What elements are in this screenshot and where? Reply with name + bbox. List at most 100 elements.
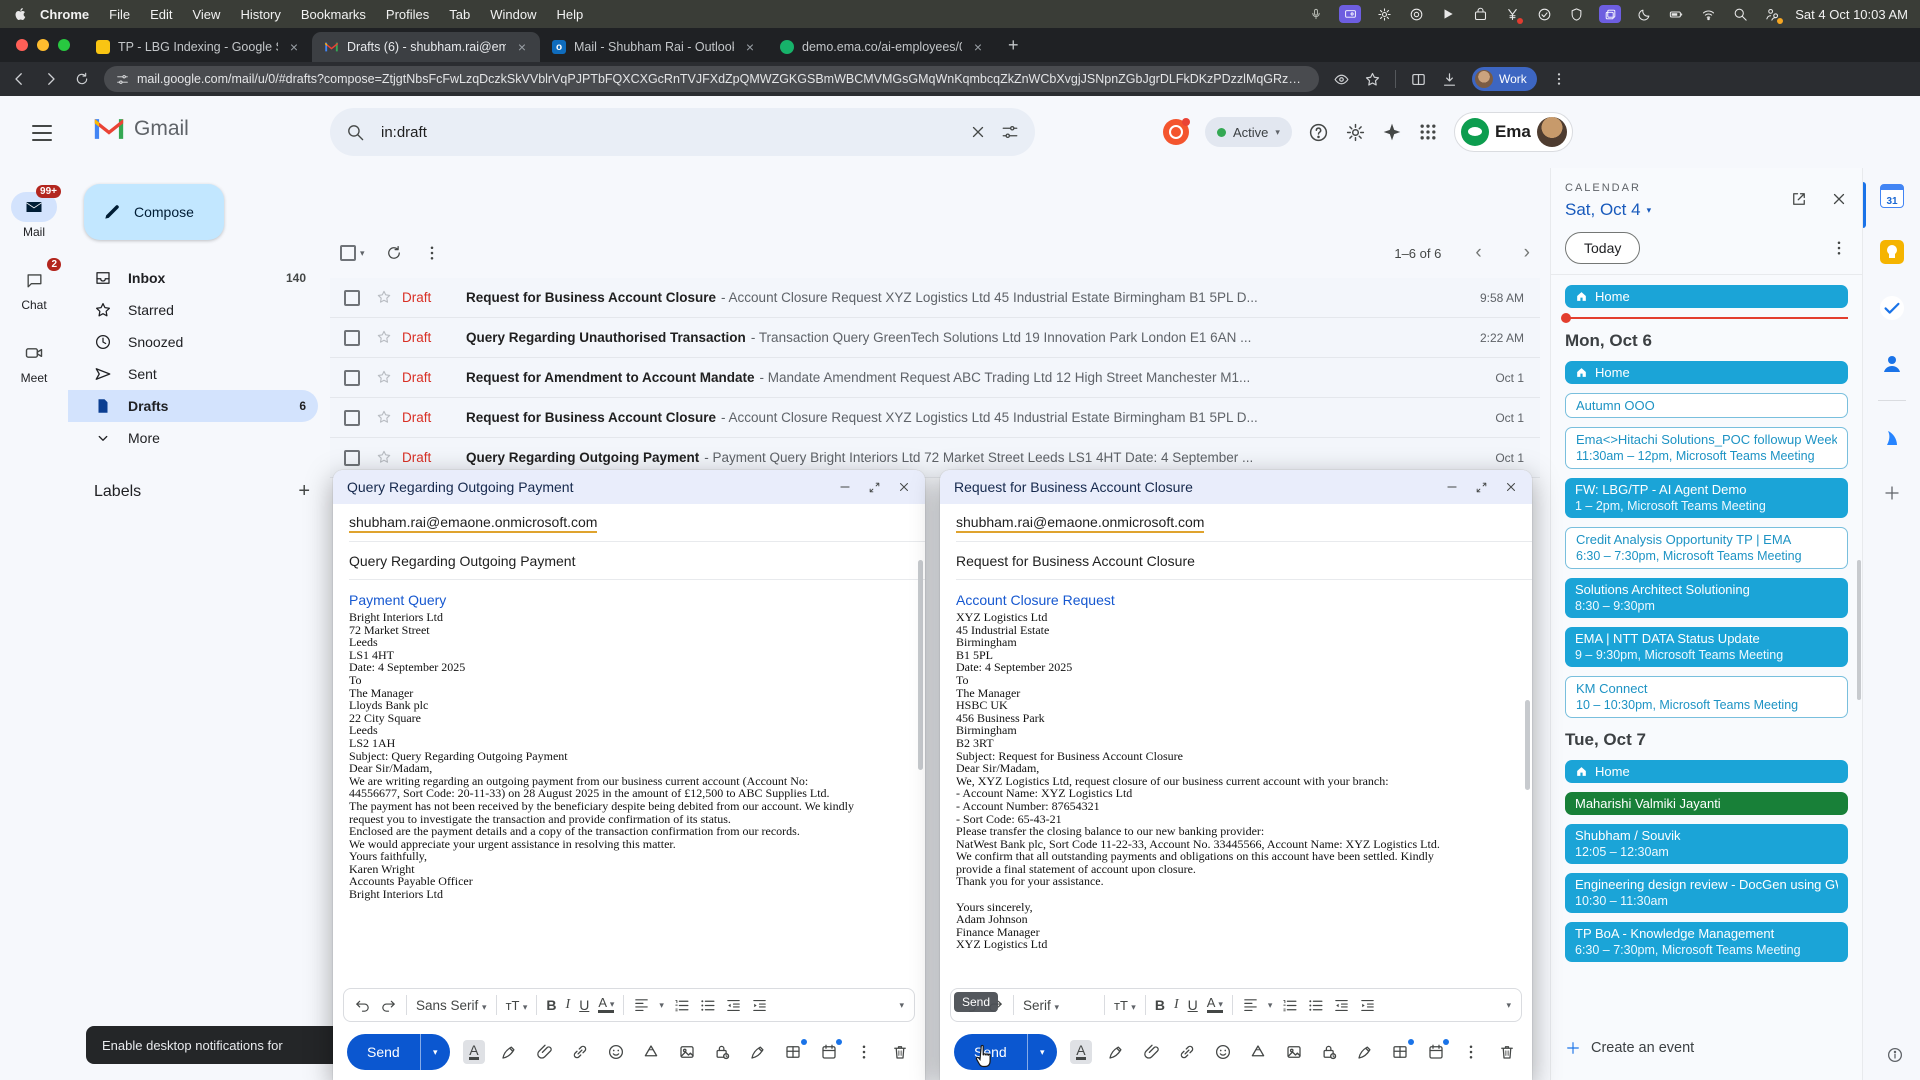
formatting-options-icon[interactable]: A: [463, 1040, 485, 1064]
calendar-event[interactable]: Engineering design review - DocGen using…: [1565, 873, 1848, 913]
more-options-icon[interactable]: [423, 244, 441, 262]
currency-menulet-icon[interactable]: [1503, 5, 1521, 23]
discard-draft-icon[interactable]: [1496, 1040, 1518, 1064]
calendar-app-icon[interactable]: 31: [1863, 168, 1920, 224]
downloads-icon[interactable]: [1441, 71, 1458, 88]
apple-menu-icon[interactable]: [12, 5, 30, 23]
microphone-icon[interactable]: [1307, 5, 1325, 23]
package-menulet-icon[interactable]: [1471, 5, 1489, 23]
insert-table-icon[interactable]: [1389, 1040, 1411, 1064]
site-info-icon[interactable]: [116, 73, 129, 86]
status-selector[interactable]: Active ▾: [1205, 117, 1292, 147]
send-button[interactable]: Send ▾: [347, 1034, 450, 1070]
close-panel-icon[interactable]: [1830, 190, 1848, 208]
screen-sharing-icon[interactable]: [1339, 5, 1361, 23]
text-size-icon[interactable]: ᴛT ▾: [1114, 998, 1136, 1013]
create-event-button[interactable]: Create an event: [1565, 1040, 1694, 1056]
indent-less-icon[interactable]: [725, 997, 742, 1014]
back-icon[interactable]: [10, 70, 28, 88]
play-menulet-icon[interactable]: [1439, 5, 1457, 23]
close-icon[interactable]: [1504, 480, 1518, 494]
menubar-item-help[interactable]: Help: [547, 7, 594, 22]
search-input[interactable]: [379, 123, 955, 142]
calendar-event[interactable]: Ema<>Hitachi Solutions_POC followup Week…: [1565, 427, 1848, 469]
send-options-icon[interactable]: ▾: [420, 1034, 450, 1070]
calendar-event[interactable]: EMA | NTT DATA Status Update 9 – 9:30pm,…: [1565, 627, 1848, 667]
text-color-icon[interactable]: A ▾: [598, 997, 614, 1013]
calendar-options-icon[interactable]: [1830, 239, 1848, 257]
undo-icon[interactable]: [354, 997, 371, 1014]
numbered-list-icon[interactable]: [1281, 997, 1298, 1014]
settings-gear-icon[interactable]: [1345, 122, 1366, 143]
compose-button[interactable]: Compose: [84, 184, 224, 240]
confidential-mode-icon[interactable]: [711, 1040, 733, 1064]
menubar-item-tab[interactable]: Tab: [439, 7, 480, 22]
today-button[interactable]: Today: [1565, 232, 1640, 264]
spotlight-icon[interactable]: [1731, 5, 1749, 23]
menubar-item-view[interactable]: View: [182, 7, 230, 22]
check-circle-menulet-icon[interactable]: [1535, 5, 1553, 23]
search-options-icon[interactable]: [1001, 123, 1019, 141]
subject-field[interactable]: Query Regarding Outgoing Payment: [333, 542, 925, 580]
row-checkbox[interactable]: [344, 330, 360, 346]
help-me-write-icon[interactable]: [498, 1040, 520, 1064]
camera-menulet-icon[interactable]: [1407, 5, 1425, 23]
align-icon[interactable]: [633, 997, 650, 1014]
contacts-app-icon[interactable]: [1863, 336, 1920, 392]
new-tab-button[interactable]: +: [996, 35, 1031, 62]
calendar-event[interactable]: Autumn OOO: [1565, 393, 1848, 418]
attach-file-icon[interactable]: [1141, 1040, 1163, 1064]
reload-icon[interactable]: [74, 71, 90, 87]
menubar-item-file[interactable]: File: [99, 7, 140, 22]
calendar-event[interactable]: Home: [1565, 760, 1848, 783]
gemini-icon[interactable]: [1382, 122, 1402, 142]
star-icon[interactable]: [376, 449, 392, 467]
refresh-icon[interactable]: [385, 244, 403, 262]
bookmark-star-icon[interactable]: [1364, 71, 1381, 88]
password-eye-icon[interactable]: [1333, 71, 1350, 88]
tab-close-icon[interactable]: ×: [970, 39, 986, 55]
avatar[interactable]: [1537, 117, 1567, 147]
calendar-invite-icon[interactable]: [1425, 1040, 1447, 1064]
menubar-clock[interactable]: Sat 4 Oct 10:03 AM: [1795, 7, 1908, 22]
hubspot-extension-icon[interactable]: [1163, 119, 1189, 145]
user-switcher-icon[interactable]: [1763, 5, 1781, 23]
calendar-event[interactable]: Home: [1565, 361, 1848, 384]
text-size-icon[interactable]: ᴛT ▾: [506, 998, 528, 1013]
star-icon[interactable]: [376, 289, 392, 307]
search-icon[interactable]: [346, 123, 365, 142]
bulleted-list-icon[interactable]: [1307, 997, 1324, 1014]
mail-row[interactable]: Draft Request for Amendment to Account M…: [330, 358, 1540, 398]
font-selector[interactable]: Sans Serif ▾: [416, 998, 487, 1013]
rail-item-chat[interactable]: 2 Chat: [0, 265, 68, 312]
discard-draft-icon[interactable]: [889, 1040, 911, 1064]
maximize-window-button[interactable]: [58, 39, 70, 51]
sidebar-item-more[interactable]: More: [68, 422, 318, 454]
menubar-item-window[interactable]: Window: [480, 7, 546, 22]
compose-titlebar[interactable]: Request for Business Account Closure: [940, 470, 1532, 504]
more-options-icon[interactable]: [1460, 1040, 1482, 1064]
menubar-item-history[interactable]: History: [230, 7, 290, 22]
chrome-profile-button[interactable]: Work: [1472, 67, 1537, 91]
row-checkbox[interactable]: [344, 410, 360, 426]
insert-signature-icon[interactable]: [747, 1040, 769, 1064]
minimize-window-button[interactable]: [37, 39, 49, 51]
chrome-menu-icon[interactable]: [1551, 71, 1567, 87]
help-me-write-icon[interactable]: [1105, 1040, 1127, 1064]
info-icon[interactable]: [1886, 1046, 1904, 1064]
sidebar-item-snoozed[interactable]: Snoozed: [68, 326, 318, 358]
url-text[interactable]: mail.google.com/mail/u/0/#drafts?compose…: [137, 72, 1307, 86]
insert-photo-icon[interactable]: [1283, 1040, 1305, 1064]
insert-signature-icon[interactable]: [1354, 1040, 1376, 1064]
window-manager-icon[interactable]: [1599, 5, 1621, 23]
help-icon[interactable]: [1308, 122, 1329, 143]
star-icon[interactable]: [376, 409, 392, 427]
atlassian-app-icon[interactable]: [1863, 409, 1920, 465]
insert-link-icon[interactable]: [569, 1040, 591, 1064]
indent-more-icon[interactable]: [751, 997, 768, 1014]
row-checkbox[interactable]: [344, 370, 360, 386]
message-body[interactable]: Account Closure Request XYZ Logistics Lt…: [940, 582, 1532, 976]
recipient-address[interactable]: shubham.rai@emaone.onmicrosoft.com: [956, 514, 1204, 533]
menubar-item-bookmarks[interactable]: Bookmarks: [291, 7, 376, 22]
insert-drive-icon[interactable]: [640, 1040, 662, 1064]
